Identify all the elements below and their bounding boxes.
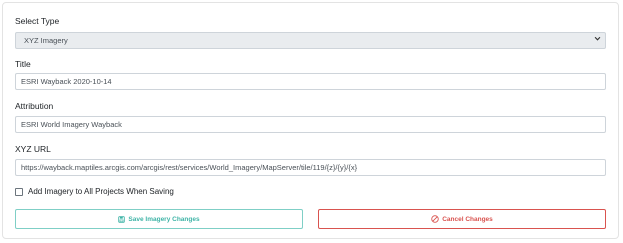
- title-input[interactable]: ESRI Wayback 2020-10-14: [15, 73, 606, 90]
- cancel-changes-button-label: Cancel Changes: [442, 215, 493, 223]
- xyz-url-label: XYZ URL: [15, 144, 51, 154]
- attribution-label: Attribution: [15, 101, 54, 111]
- add-to-all-projects-label: Add Imagery to All Projects When Saving: [28, 187, 174, 196]
- chevron-down-icon: [594, 34, 601, 47]
- attribution-input[interactable]: ESRI World Imagery Wayback: [15, 116, 606, 133]
- save-imagery-button-label: Save Imagery Changes: [128, 215, 200, 223]
- save-icon: [118, 215, 126, 223]
- xyz-url-input[interactable]: https://wayback.maptiles.arcgis.com/arcg…: [15, 159, 606, 176]
- cancel-icon: [431, 215, 439, 223]
- add-to-all-projects-checkbox[interactable]: [15, 187, 23, 196]
- add-to-all-projects-row[interactable]: Add Imagery to All Projects When Saving: [15, 186, 174, 197]
- save-imagery-button[interactable]: Save Imagery Changes: [15, 209, 303, 229]
- select-type-dropdown[interactable]: XYZ Imagery: [15, 32, 606, 49]
- select-type-value: XYZ Imagery: [24, 36, 68, 45]
- cancel-changes-button[interactable]: Cancel Changes: [318, 209, 606, 229]
- select-type-label: Select Type: [15, 16, 60, 26]
- title-label: Title: [15, 59, 31, 69]
